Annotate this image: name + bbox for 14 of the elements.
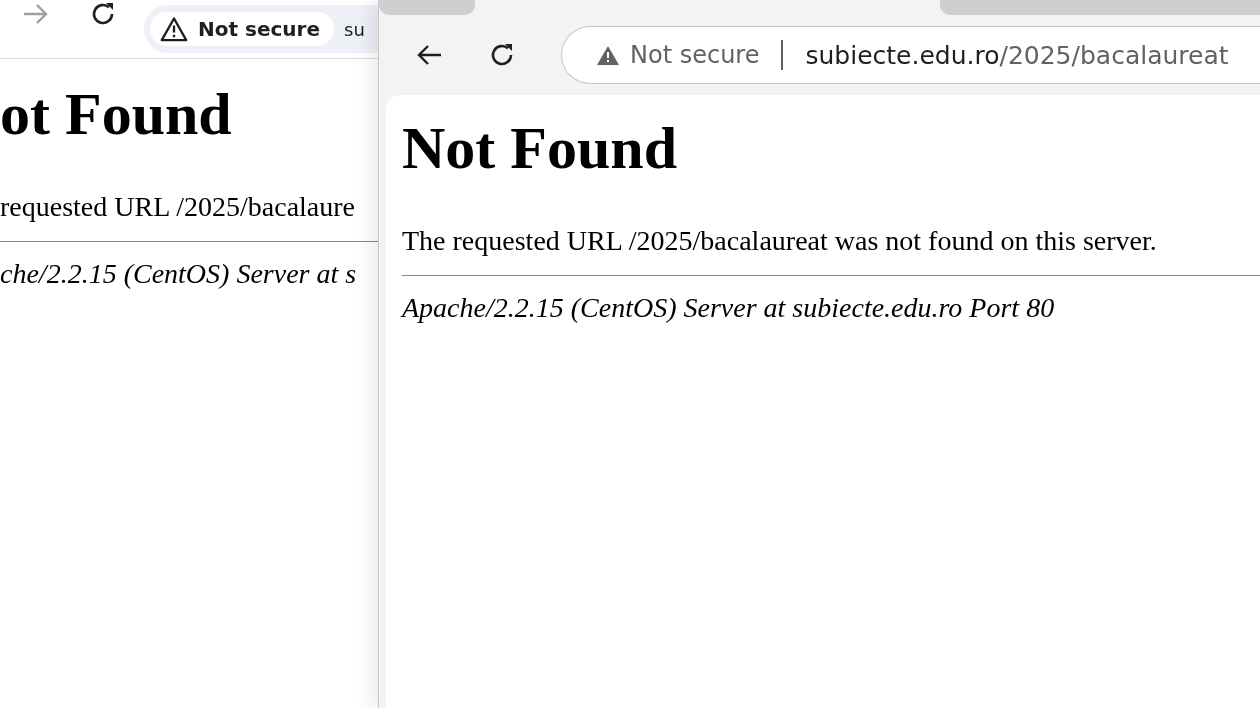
url-text: su bbox=[344, 18, 366, 40]
page-heading: Not Found bbox=[402, 114, 679, 183]
error-message: The requested URL /2025/bacalaureat was not found on this server. bbox=[402, 225, 1158, 257]
address-bar[interactable]: Not secure subiecte.edu.ro/2025/bacalaureat bbox=[561, 26, 1260, 84]
server-signature: Apache/2.2.15 (CentOS) Server at subiecte.edu.ro Port 80 bbox=[402, 292, 1056, 324]
error-message: requested URL /2025/bacalaure bbox=[0, 191, 357, 223]
warning-icon bbox=[160, 16, 188, 42]
address-bar[interactable]: Not secure su bbox=[144, 5, 378, 53]
page-heading: ot Found bbox=[0, 80, 233, 149]
security-indicator[interactable]: Not secure bbox=[150, 12, 334, 46]
security-indicator[interactable]: Not secure bbox=[596, 41, 760, 69]
warning-icon bbox=[596, 44, 620, 66]
server-signature: che/2.2.15 (CentOS) Server at s bbox=[0, 258, 358, 290]
url-text: subiecte.edu.ro/2025/bacalaureat bbox=[805, 40, 1229, 70]
